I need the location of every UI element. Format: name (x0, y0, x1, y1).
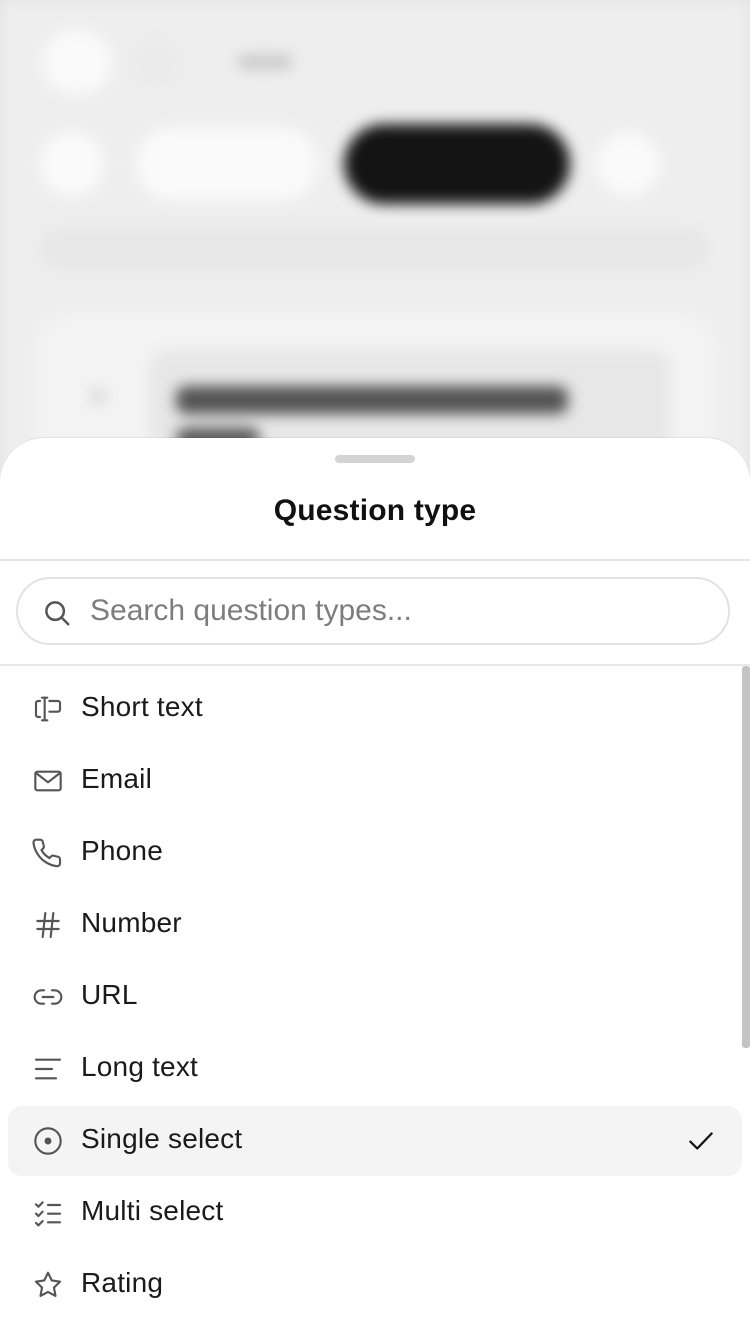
search-field[interactable] (16, 577, 730, 645)
list-item-label: Single select (81, 1123, 243, 1154)
list-item-label: Short text (81, 691, 203, 722)
list-item-label: URL (81, 979, 138, 1010)
title-divider (0, 559, 750, 561)
phone-icon (32, 837, 64, 869)
list-item-label: Long text (81, 1051, 198, 1082)
star-icon (32, 1269, 64, 1301)
list-item-long-text[interactable]: Long text (8, 1034, 742, 1104)
list-item-phone[interactable]: Phone (8, 818, 742, 888)
search-input[interactable] (90, 589, 690, 633)
sheet-drag-handle[interactable] (335, 455, 415, 463)
screen: Question type Search question types... S… (0, 0, 750, 1334)
list-check-icon (32, 1197, 64, 1229)
list-item-email[interactable]: Email (8, 746, 742, 816)
question-type-sheet: Question type Search question types... S… (0, 438, 750, 1334)
list-item-short-text[interactable]: Short text (8, 674, 742, 744)
list-item-url[interactable]: URL (8, 962, 742, 1032)
list-item-label: Email (81, 763, 153, 794)
question-type-list: Short text Email Phone Number URL Long t… (0, 666, 750, 1334)
hash-icon (32, 909, 64, 941)
link-icon (32, 981, 64, 1013)
list-item-multi-select[interactable]: Multi select (8, 1178, 742, 1248)
list-item-label: Number (81, 907, 182, 938)
radio-circle-icon (32, 1125, 64, 1157)
list-item-label: Rating (81, 1267, 164, 1298)
align-left-icon (32, 1053, 64, 1085)
list-item-label: Multi select (81, 1195, 224, 1226)
list-item-label: Phone (81, 835, 163, 866)
text-cursor-icon (32, 693, 64, 725)
list-item-number[interactable]: Number (8, 890, 742, 960)
list-scrollbar[interactable] (742, 666, 750, 1048)
search-icon (42, 598, 72, 628)
list-item-single-select[interactable]: Single select (8, 1106, 742, 1176)
check-icon (686, 1126, 716, 1156)
mail-icon (32, 765, 64, 797)
list-item-rating[interactable]: Rating (8, 1250, 742, 1320)
sheet-title: Question type (273, 494, 477, 527)
